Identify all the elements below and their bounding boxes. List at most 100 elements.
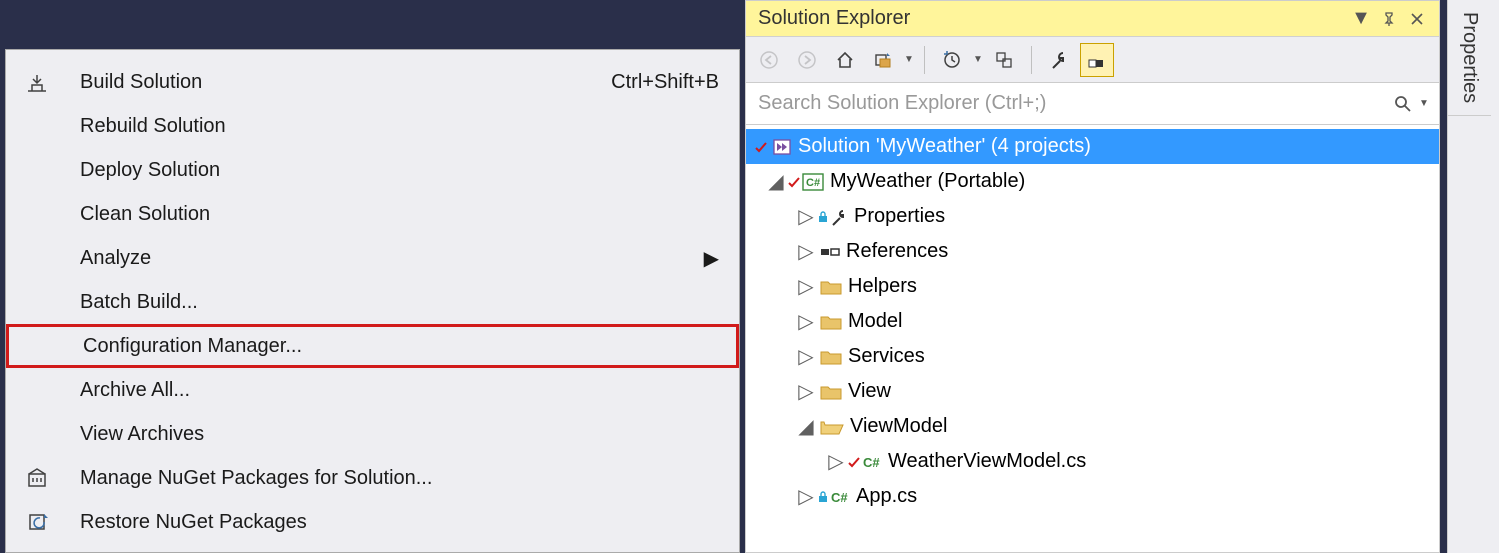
tree-item-properties[interactable]: ▷ Properties: [746, 199, 1439, 234]
build-icon: [6, 71, 68, 93]
pin-icon[interactable]: [1375, 12, 1403, 26]
folder-icon: [820, 348, 842, 366]
expander-open-icon[interactable]: ◢: [768, 169, 784, 194]
tree-label: Solution 'MyWeather' (4 projects): [798, 135, 1091, 158]
tab-properties[interactable]: Properties: [1448, 0, 1491, 116]
menu-label: View Archives: [68, 423, 719, 446]
menu-label: Deploy Solution: [68, 159, 719, 182]
panel-title: Solution Explorer: [758, 7, 1347, 30]
tree-item-weatherviewmodel[interactable]: ▷ C# WeatherViewModel.cs: [746, 444, 1439, 479]
menu-label: Analyze: [68, 247, 703, 270]
properties-rail: Properties: [1447, 0, 1499, 553]
menu-label: Restore NuGet Packages: [68, 511, 719, 534]
expander-closed-icon[interactable]: ▷: [798, 484, 814, 509]
folder-open-icon: [820, 418, 844, 436]
expander-open-icon[interactable]: ◢: [798, 414, 814, 439]
sync-icon[interactable]: [866, 43, 900, 77]
folder-icon: [820, 313, 842, 331]
properties-icon[interactable]: [1042, 43, 1076, 77]
expander-closed-icon[interactable]: ▷: [798, 309, 814, 334]
menu-item-restore-nuget[interactable]: Restore NuGet Packages: [6, 500, 739, 544]
expander-closed-icon[interactable]: ▷: [798, 239, 814, 264]
tree-item-references[interactable]: ▷ References: [746, 234, 1439, 269]
chevron-down-icon[interactable]: ▼: [973, 54, 983, 65]
solution-tree: Solution 'MyWeather' (4 projects) ◢ C# M…: [746, 125, 1439, 552]
search-row: ▼: [746, 83, 1439, 125]
lock-icon: [818, 211, 828, 223]
tree-label: App.cs: [856, 485, 917, 508]
folder-icon: [820, 383, 842, 401]
tree-item-viewmodel[interactable]: ◢ ViewModel: [746, 409, 1439, 444]
solution-check-icon: [754, 140, 768, 154]
tree-label: Services: [848, 345, 925, 368]
menu-item-analyze[interactable]: Analyze ▶: [6, 236, 739, 280]
search-icon[interactable]: [1393, 94, 1413, 114]
pending-changes-icon[interactable]: [935, 43, 969, 77]
tree-root-solution[interactable]: Solution 'MyWeather' (4 projects): [746, 129, 1439, 164]
expander-closed-icon[interactable]: ▷: [798, 274, 814, 299]
check-icon: [788, 176, 800, 188]
wrench-icon: [830, 208, 848, 226]
package-icon: [6, 467, 68, 489]
solution-icon: [772, 137, 792, 157]
expander-closed-icon[interactable]: ▷: [798, 204, 814, 229]
tree-label: Properties: [854, 205, 945, 228]
tree-item-view[interactable]: ▷ View: [746, 374, 1439, 409]
tree-label: Model: [848, 310, 902, 333]
menu-item-manage-nuget[interactable]: Manage NuGet Packages for Solution...: [6, 456, 739, 500]
svg-text:C#: C#: [806, 177, 820, 189]
svg-text:C#: C#: [863, 455, 880, 470]
lock-icon: [818, 491, 828, 503]
menu-label: Build Solution: [68, 71, 611, 94]
close-icon[interactable]: [1403, 13, 1431, 25]
menu-item-batch-build[interactable]: Batch Build...: [6, 280, 739, 324]
menu-item-rebuild-solution[interactable]: Rebuild Solution: [6, 104, 739, 148]
menu-item-configuration-manager[interactable]: Configuration Manager...: [6, 324, 739, 368]
csfile-icon: C#: [862, 454, 882, 470]
menu-shortcut: Ctrl+Shift+B: [611, 71, 719, 94]
menu-item-view-archives[interactable]: View Archives: [6, 412, 739, 456]
tree-item-services[interactable]: ▷ Services: [746, 339, 1439, 374]
menu-item-build-solution[interactable]: Build Solution Ctrl+Shift+B: [6, 60, 739, 104]
references-icon: [820, 245, 840, 259]
tree-label: ViewModel: [850, 415, 947, 438]
build-context-menu: Build Solution Ctrl+Shift+B Rebuild Solu…: [5, 49, 740, 553]
menu-label: Batch Build...: [68, 291, 719, 314]
expander-closed-icon[interactable]: ▷: [828, 449, 844, 474]
restore-icon: [6, 511, 68, 533]
menu-item-archive-all[interactable]: Archive All...: [6, 368, 739, 412]
csfile-icon: C#: [830, 489, 850, 505]
preview-icon[interactable]: [1080, 43, 1114, 77]
menu-label: Configuration Manager...: [71, 335, 716, 358]
tree-item-project[interactable]: ◢ C# MyWeather (Portable): [746, 164, 1439, 199]
search-input[interactable]: [756, 91, 1393, 116]
csproj-icon: C#: [802, 173, 824, 191]
forward-icon[interactable]: [790, 43, 824, 77]
home-icon[interactable]: [828, 43, 862, 77]
menu-item-clean-solution[interactable]: Clean Solution: [6, 192, 739, 236]
tree-label: WeatherViewModel.cs: [888, 450, 1086, 473]
tree-item-helpers[interactable]: ▷ Helpers: [746, 269, 1439, 304]
dropdown-icon[interactable]: ▼: [1347, 7, 1375, 30]
expander-closed-icon[interactable]: ▷: [798, 344, 814, 369]
tree-label: MyWeather (Portable): [830, 170, 1025, 193]
show-all-icon[interactable]: [987, 43, 1021, 77]
menu-label: Archive All...: [68, 379, 719, 402]
panel-toolbar: ▼ ▼: [746, 37, 1439, 83]
menu-label: Clean Solution: [68, 203, 719, 226]
expander-closed-icon[interactable]: ▷: [798, 379, 814, 404]
menu-label: Manage NuGet Packages for Solution...: [68, 467, 719, 490]
back-icon[interactable]: [752, 43, 786, 77]
svg-text:C#: C#: [831, 490, 848, 505]
tree-label: View: [848, 380, 891, 403]
submenu-arrow-icon: ▶: [703, 246, 719, 271]
tree-item-model[interactable]: ▷ Model: [746, 304, 1439, 339]
chevron-down-icon[interactable]: ▼: [904, 54, 914, 65]
menu-item-deploy-solution[interactable]: Deploy Solution: [6, 148, 739, 192]
check-icon: [848, 456, 860, 468]
tree-item-appcs[interactable]: ▷ C# App.cs: [746, 479, 1439, 514]
solution-explorer-panel: Solution Explorer ▼ ▼ ▼ ▼: [745, 0, 1440, 553]
folder-icon: [820, 278, 842, 296]
chevron-down-icon[interactable]: ▼: [1419, 98, 1429, 109]
tree-label: Helpers: [848, 275, 917, 298]
